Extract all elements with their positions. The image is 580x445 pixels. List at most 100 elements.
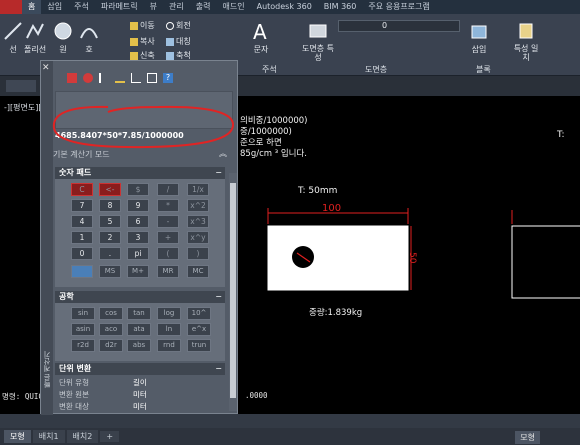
tab-annotate[interactable]: 주석 bbox=[68, 0, 95, 14]
model-space-button[interactable]: 모형 bbox=[515, 431, 540, 444]
sci-key-d2r[interactable]: d2r bbox=[99, 339, 123, 352]
key-backspace[interactable]: <- bbox=[99, 183, 121, 196]
key-digit-8[interactable]: 8 bbox=[99, 199, 121, 212]
sci-key-log[interactable]: log bbox=[157, 307, 181, 320]
key-digit-0[interactable]: 0 bbox=[71, 247, 93, 260]
layer-combo[interactable]: 0 bbox=[338, 20, 460, 32]
tab-addins[interactable]: 애드인 bbox=[217, 0, 251, 14]
add-layout-button[interactable]: + bbox=[100, 431, 120, 442]
tab-manage[interactable]: 관리 bbox=[163, 0, 190, 14]
tab-layout2[interactable]: 배치2 bbox=[66, 430, 99, 443]
sci-key-10-pow[interactable]: 10^ bbox=[187, 307, 211, 320]
key-digit-4[interactable]: 4 bbox=[71, 215, 93, 228]
copy-tool[interactable]: 복사 bbox=[130, 36, 155, 47]
application-menu-button[interactable] bbox=[0, 0, 22, 14]
key-digit-9[interactable]: 9 bbox=[127, 199, 149, 212]
tab-model[interactable]: 모형 bbox=[4, 430, 31, 443]
intersection-icon[interactable] bbox=[147, 73, 157, 83]
unit-conversion-header[interactable]: 단위 변환 − bbox=[55, 363, 225, 375]
arc-tool-button[interactable]: 호 bbox=[78, 20, 100, 55]
expression-input[interactable]: 4685.8407*50*7.85/1000000 bbox=[53, 129, 239, 143]
tab-parametric[interactable]: 파라메트릭 bbox=[95, 0, 144, 14]
viewport-label[interactable]: -][평면도][ bbox=[4, 102, 41, 113]
key-cube[interactable]: x^3 bbox=[187, 215, 209, 228]
line-tool-button[interactable]: 선 bbox=[2, 20, 24, 55]
memory-key-mr[interactable]: MR bbox=[157, 265, 179, 278]
memory-key-ms[interactable]: MS bbox=[99, 265, 121, 278]
mirror-tool[interactable]: 대칭 bbox=[166, 36, 191, 47]
circle-tool-button[interactable]: 원 bbox=[52, 20, 74, 55]
sci-key-e-powx[interactable]: e^x bbox=[187, 323, 211, 336]
key-add[interactable]: + bbox=[157, 231, 179, 244]
key-open-paren[interactable]: ( bbox=[157, 247, 179, 260]
group-layers[interactable]: 도면층 bbox=[365, 64, 387, 75]
key-sign[interactable]: $ bbox=[127, 183, 149, 196]
clear-icon[interactable] bbox=[67, 73, 77, 83]
collapse-icon[interactable]: − bbox=[215, 363, 222, 375]
key-subtract[interactable]: - bbox=[157, 215, 179, 228]
insert-block-button[interactable]: 삽입 bbox=[468, 20, 490, 55]
key-power[interactable]: x^y bbox=[187, 231, 209, 244]
tab-view[interactable]: 뷰 bbox=[144, 0, 163, 14]
tab-home[interactable]: 홈 bbox=[22, 0, 42, 14]
sci-key-r2d[interactable]: r2d bbox=[71, 339, 95, 352]
angle-icon[interactable] bbox=[131, 73, 141, 83]
tab-output[interactable]: 출력 bbox=[190, 0, 217, 14]
polyline-tool-button[interactable]: 폴리선 bbox=[24, 20, 46, 55]
group-annotation[interactable]: 주석 bbox=[262, 64, 277, 75]
file-tab[interactable] bbox=[6, 80, 36, 92]
basic-calc-mode-label[interactable]: 기본 계산기 모드 bbox=[53, 149, 110, 160]
sci-key-cos[interactable]: cos bbox=[99, 307, 123, 320]
sci-key-rnd[interactable]: rnd bbox=[157, 339, 181, 352]
sci-key-sin[interactable]: sin bbox=[71, 307, 95, 320]
key-digit-2[interactable]: 2 bbox=[99, 231, 121, 244]
key-digit-6[interactable]: 6 bbox=[127, 215, 149, 228]
key-clear[interactable]: C bbox=[71, 183, 93, 196]
help-icon[interactable]: ? bbox=[163, 73, 173, 83]
text-tool-button[interactable]: A 문자 bbox=[250, 20, 272, 55]
history-area[interactable] bbox=[55, 91, 233, 129]
sci-key-trun[interactable]: trun bbox=[187, 339, 211, 352]
key-digit-3[interactable]: 3 bbox=[127, 231, 149, 244]
key-divide[interactable]: / bbox=[157, 183, 179, 196]
collapse-chevron-icon[interactable]: ︽ bbox=[219, 148, 227, 159]
tab-autodesk360[interactable]: Autodesk 360 bbox=[251, 0, 318, 14]
distance-icon[interactable] bbox=[115, 73, 125, 83]
sci-key-ln[interactable]: ln bbox=[157, 323, 181, 336]
get-coordinates-icon[interactable] bbox=[99, 73, 109, 83]
history-icon[interactable] bbox=[83, 73, 93, 83]
move-tool[interactable]: 이동 bbox=[130, 20, 155, 31]
tab-insert[interactable]: 삽입 bbox=[41, 0, 68, 14]
key-pi[interactable]: pi bbox=[127, 247, 149, 260]
key-close-paren[interactable]: ) bbox=[187, 247, 209, 260]
sci-key-abs[interactable]: abs bbox=[127, 339, 151, 352]
close-icon[interactable]: ✕ bbox=[42, 63, 50, 73]
key-digit-7[interactable]: 7 bbox=[71, 199, 93, 212]
scientific-header[interactable]: 공학 − bbox=[55, 291, 225, 303]
key-digit-5[interactable]: 5 bbox=[99, 215, 121, 228]
collapse-icon[interactable]: − bbox=[215, 291, 222, 303]
convert-from-row[interactable]: 변환 원본 미터 bbox=[55, 389, 225, 400]
unit-type-row[interactable]: 단위 유형 길이 bbox=[55, 377, 225, 388]
sci-key-asin[interactable]: asin bbox=[71, 323, 95, 336]
numpad-header[interactable]: 숫자 패드 − bbox=[55, 167, 225, 179]
layer-properties-button[interactable]: 도면층 특성 bbox=[300, 20, 336, 62]
palette-scrollbar[interactable] bbox=[229, 173, 237, 411]
equals-button[interactable] bbox=[71, 265, 93, 278]
convert-to-row[interactable]: 변환 대상 미터 bbox=[55, 401, 225, 412]
key-digit-1[interactable]: 1 bbox=[71, 231, 93, 244]
rotate-tool[interactable]: 회전 bbox=[166, 20, 191, 31]
sci-key-ata[interactable]: ata bbox=[127, 323, 151, 336]
memory-key-mplus[interactable]: M+ bbox=[127, 265, 149, 278]
memory-key-mc[interactable]: MC bbox=[187, 265, 209, 278]
key-reciprocal[interactable]: 1/x bbox=[187, 183, 209, 196]
collapse-icon[interactable]: − bbox=[215, 167, 222, 179]
sci-key-aco[interactable]: aco bbox=[99, 323, 123, 336]
key-decimal[interactable]: . bbox=[99, 247, 121, 260]
group-block[interactable]: 블록 bbox=[476, 64, 491, 75]
match-properties-button[interactable]: 특성 일치 bbox=[512, 20, 540, 62]
tab-layout1[interactable]: 배치1 bbox=[32, 430, 65, 443]
key-multiply[interactable]: * bbox=[157, 199, 179, 212]
tab-featured-apps[interactable]: 주요 응용프로그램 bbox=[362, 0, 435, 14]
scrollbar-thumb[interactable] bbox=[230, 183, 236, 398]
